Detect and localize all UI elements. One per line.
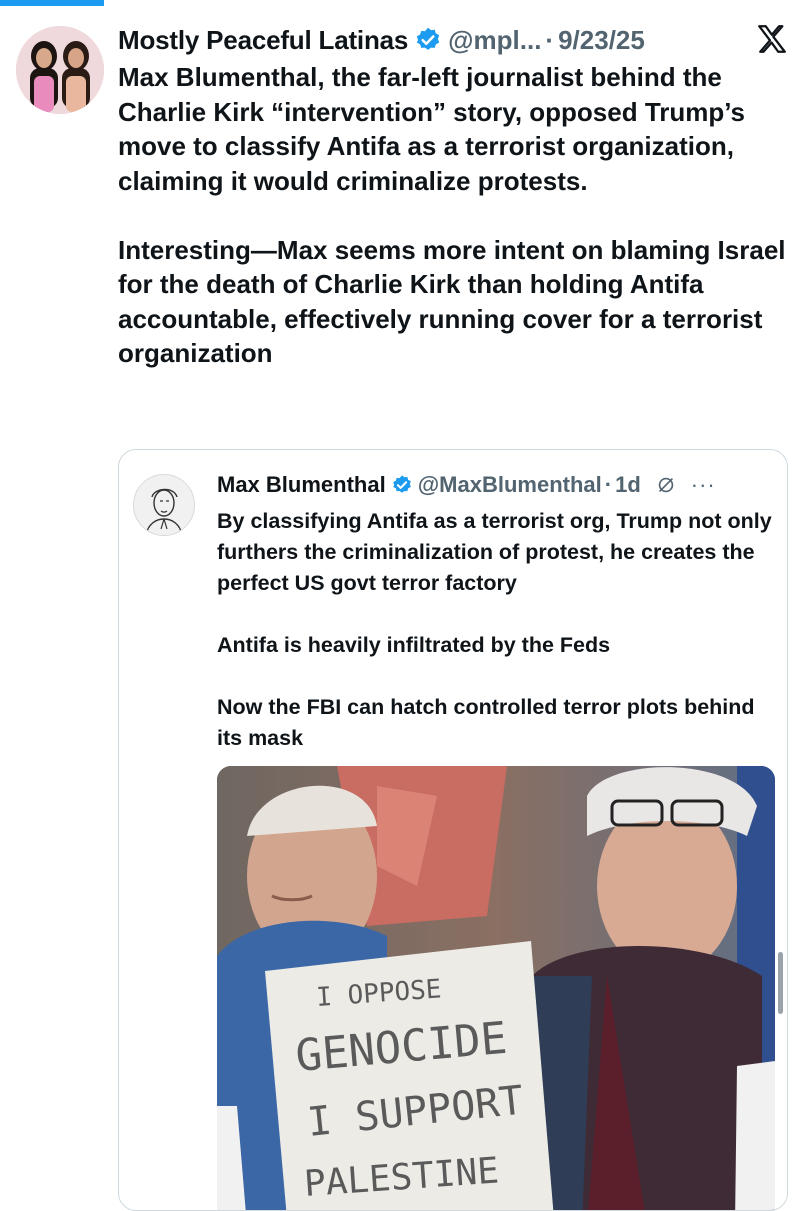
tweet-header: Mostly Peaceful Latinas @mpl... · 9/23/2…: [118, 22, 789, 58]
scrollbar-thumb[interactable]: [778, 952, 783, 1014]
top-progress-bar: [0, 0, 803, 6]
quoted-author-name[interactable]: Max Blumenthal: [217, 472, 386, 498]
progress-track: [104, 0, 803, 6]
verified-badge-icon: [416, 27, 440, 50]
tweet-text: Max Blumenthal, the far-left journalist …: [118, 62, 786, 368]
author-handle[interactable]: @mpl...: [448, 25, 541, 56]
sketch-avatar: [134, 475, 194, 535]
separator-dot: ·: [604, 472, 613, 497]
avatar-photo: [16, 26, 104, 114]
quoted-author-avatar[interactable]: [133, 474, 195, 536]
quoted-tweet-photo[interactable]: I OPPOSE GENOCIDE I SUPPORT PALESTINE: [217, 766, 775, 1210]
quoted-author-handle[interactable]: @MaxBlumenthal: [418, 472, 602, 498]
progress-fill: [0, 0, 104, 6]
more-icon[interactable]: ···: [691, 472, 716, 498]
grok-icon[interactable]: [655, 474, 677, 496]
quoted-tweet-card[interactable]: Max Blumenthal @MaxBlumenthal · 1d ··· B…: [118, 449, 788, 1211]
author-name[interactable]: Mostly Peaceful Latinas: [118, 25, 408, 56]
quoted-tweet-time[interactable]: 1d: [615, 472, 641, 498]
separator-dot: ·: [545, 24, 555, 55]
quoted-tweet-text: By classifying Antifa as a terrorist org…: [217, 509, 772, 750]
author-avatar[interactable]: [16, 26, 104, 114]
quoted-tweet-header: Max Blumenthal @MaxBlumenthal · 1d ···: [217, 470, 773, 500]
protest-photo: I OPPOSE GENOCIDE I SUPPORT PALESTINE: [217, 766, 775, 1210]
tweet-date[interactable]: 9/23/25: [558, 25, 645, 56]
x-logo-icon[interactable]: [755, 22, 789, 56]
verified-badge-icon: [392, 475, 411, 493]
